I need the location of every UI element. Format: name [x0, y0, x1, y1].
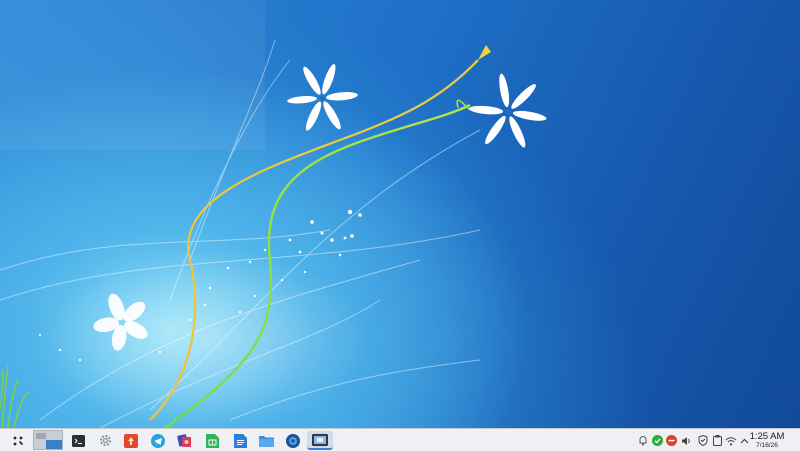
- white-flower-right: [469, 73, 547, 148]
- status-check-icon[interactable]: [651, 434, 664, 447]
- wallpaper-art: [0, 0, 547, 428]
- browser-icon: [286, 433, 300, 448]
- browser-button[interactable]: [283, 431, 303, 450]
- store-icon: [124, 433, 138, 448]
- app-store-button[interactable]: [121, 431, 141, 450]
- clipboard-icon[interactable]: [711, 434, 724, 447]
- screenshot-icon: [312, 433, 328, 446]
- pale-panel: [0, 0, 265, 150]
- desktop-pager[interactable]: [33, 430, 63, 450]
- notification-icon[interactable]: [636, 434, 649, 447]
- spreadsheet-icon: [205, 433, 219, 448]
- writer-icon: [233, 433, 247, 448]
- white-flower-top: [287, 64, 358, 131]
- leaf-tip: [478, 45, 491, 60]
- desktop-pager-icon: [46, 440, 62, 449]
- clock-time: 1:25 AM: [749, 431, 785, 442]
- desktop-wallpaper: [0, 0, 800, 428]
- folder-icon: [258, 436, 274, 447]
- spreadsheet-button[interactable]: [202, 431, 222, 450]
- telegram-button[interactable]: [148, 431, 168, 450]
- media-icon: [176, 434, 191, 447]
- shield-icon[interactable]: [696, 434, 709, 447]
- media-app-button[interactable]: [174, 431, 194, 450]
- glow: [50, 250, 370, 428]
- file-manager-button[interactable]: [256, 431, 276, 450]
- gear-icon: [99, 435, 111, 446]
- taskbar-clock[interactable]: 1:25 AM 7/16/26: [744, 430, 790, 449]
- launcher-button[interactable]: [8, 431, 28, 450]
- terminal-icon: [71, 434, 85, 447]
- launcher-icon: [13, 436, 24, 445]
- terminal-button[interactable]: [68, 431, 88, 450]
- volume-icon[interactable]: [680, 434, 693, 447]
- clock-date: 7/16/26: [756, 441, 778, 449]
- grass: [0, 364, 29, 428]
- wifi-icon[interactable]: [724, 434, 737, 447]
- block-icon[interactable]: [665, 434, 678, 447]
- telegram-icon: [151, 433, 165, 448]
- settings-button[interactable]: [95, 431, 115, 450]
- document-writer-button[interactable]: [230, 431, 250, 450]
- taskbar: 1:25 AM 7/16/26: [0, 428, 800, 451]
- screenshot-tool-button[interactable]: [307, 431, 333, 450]
